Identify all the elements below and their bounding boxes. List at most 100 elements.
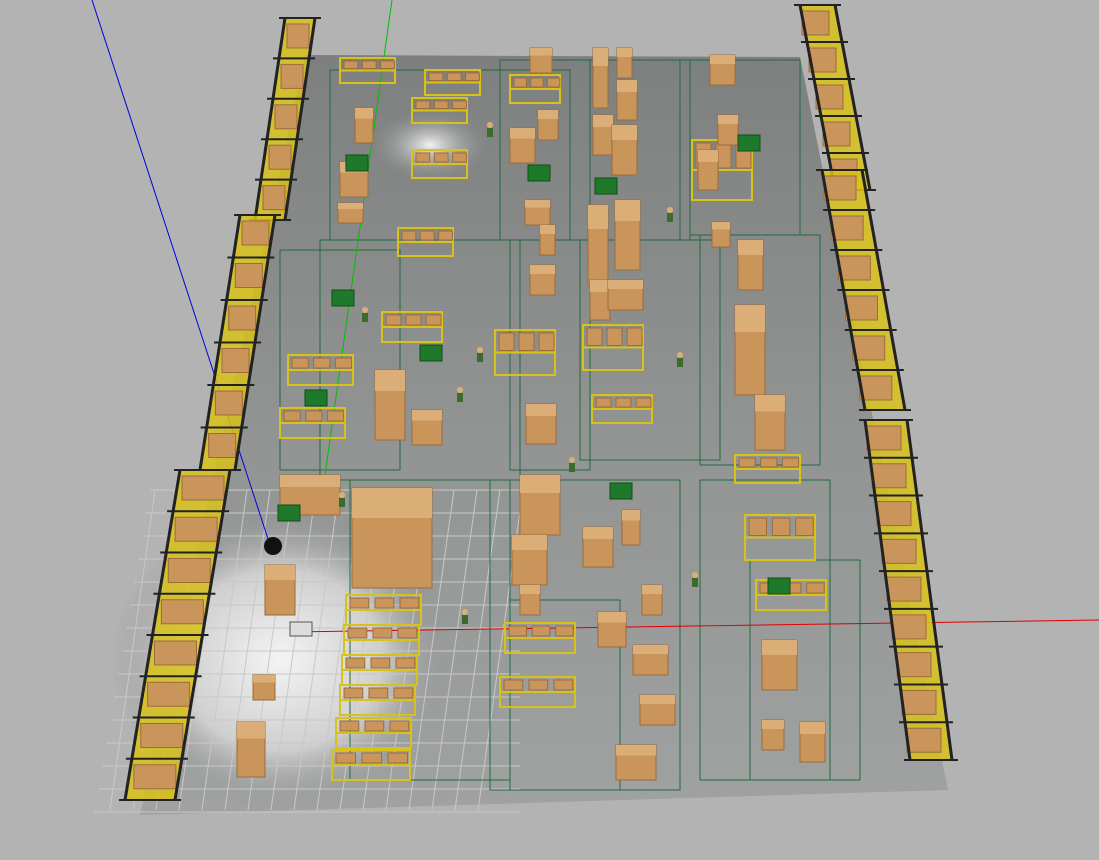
rack-box <box>133 764 177 790</box>
rack-box <box>896 652 932 678</box>
box-top <box>800 722 825 734</box>
box-top <box>718 115 738 124</box>
shelf-box <box>513 77 527 88</box>
worker-head <box>457 387 463 393</box>
worker-body <box>487 128 493 137</box>
cardboard-box <box>337 202 364 224</box>
shelf-box <box>626 327 643 346</box>
rack-box <box>167 558 211 583</box>
box-top <box>762 720 784 729</box>
shelf-box <box>425 314 442 326</box>
rack-box <box>881 538 917 564</box>
box-top <box>412 410 442 421</box>
box-top <box>738 240 763 255</box>
shelf-box <box>771 517 791 536</box>
box-top <box>598 612 626 623</box>
shelf-box <box>415 152 431 163</box>
cardboard-box <box>639 694 676 726</box>
shelf-box <box>374 597 395 609</box>
rack-box <box>268 144 292 170</box>
shelf-box <box>339 720 360 732</box>
worker-head <box>477 347 483 353</box>
box-top <box>520 585 540 594</box>
box-top <box>616 745 656 756</box>
cardboard-box <box>539 224 556 256</box>
cardboard-box <box>511 534 548 586</box>
shelf-box <box>555 625 574 637</box>
warehouse-scene[interactable] <box>0 0 1099 856</box>
cardboard-box <box>519 584 541 616</box>
worker-head <box>339 492 345 498</box>
shelf-box <box>395 657 416 669</box>
cardboard-box <box>592 47 609 109</box>
worker-body <box>667 213 673 222</box>
rack-box <box>906 727 942 753</box>
shelf-box <box>518 332 535 351</box>
rack-box <box>140 723 184 748</box>
cardboard-box <box>734 304 766 396</box>
box-top <box>355 108 373 119</box>
shelf-box <box>748 517 767 536</box>
worker-body <box>677 358 683 367</box>
rack-box <box>221 348 250 373</box>
cardboard-box <box>754 394 786 451</box>
box-top <box>253 675 275 683</box>
shelf-box <box>615 397 632 408</box>
dumpster <box>419 344 443 362</box>
cardboard-box <box>411 409 443 446</box>
worker-body <box>462 615 468 624</box>
worker <box>477 347 483 362</box>
dumpster <box>527 164 551 182</box>
rack-box <box>228 305 257 331</box>
shelf-box <box>538 332 555 351</box>
box-top <box>593 48 608 66</box>
rack-box <box>876 501 912 527</box>
box-top <box>755 395 785 412</box>
cardboard-box <box>525 403 557 445</box>
worker-body <box>569 463 575 472</box>
shelf-box <box>530 77 544 88</box>
rack-box <box>241 220 270 246</box>
box-top <box>280 475 340 487</box>
cardboard-box <box>252 674 276 701</box>
dumpster <box>609 482 633 500</box>
cardboard-box <box>597 611 627 648</box>
shelf-box <box>343 60 359 69</box>
shelf-box <box>781 457 800 468</box>
dumpster <box>331 289 355 307</box>
worker <box>667 207 673 222</box>
rack-box <box>280 63 304 89</box>
worker <box>677 352 683 367</box>
worker <box>339 492 345 507</box>
box-top <box>540 225 555 234</box>
shelf-box <box>553 679 574 691</box>
shelf-box <box>760 457 778 468</box>
shelf-box <box>361 752 382 764</box>
box-top <box>237 722 265 739</box>
shelf-box <box>419 230 435 241</box>
cardboard-box <box>761 719 785 751</box>
shelf-box <box>503 679 524 691</box>
shelf-box <box>305 410 323 422</box>
cardboard-box <box>589 279 611 321</box>
rack-box <box>830 215 864 241</box>
cardboard-box <box>582 526 614 568</box>
shelf-box <box>291 357 309 369</box>
shelf-box <box>380 60 395 69</box>
shelf-box <box>433 100 449 109</box>
shelf-box <box>806 582 825 594</box>
rack-box <box>859 375 893 401</box>
cardboard-box <box>711 221 731 248</box>
shelf-box <box>313 357 331 369</box>
worker <box>462 609 468 624</box>
rack-box <box>286 23 310 49</box>
worker-body <box>692 578 698 587</box>
shelf-box <box>433 152 449 163</box>
shelf-box <box>364 720 385 732</box>
box-top <box>590 280 610 292</box>
shelf-box <box>345 657 366 669</box>
shelf-box <box>385 314 402 326</box>
simulation-viewport[interactable] <box>0 0 1099 856</box>
shelf-box <box>498 332 515 351</box>
shelf-box <box>465 72 480 81</box>
